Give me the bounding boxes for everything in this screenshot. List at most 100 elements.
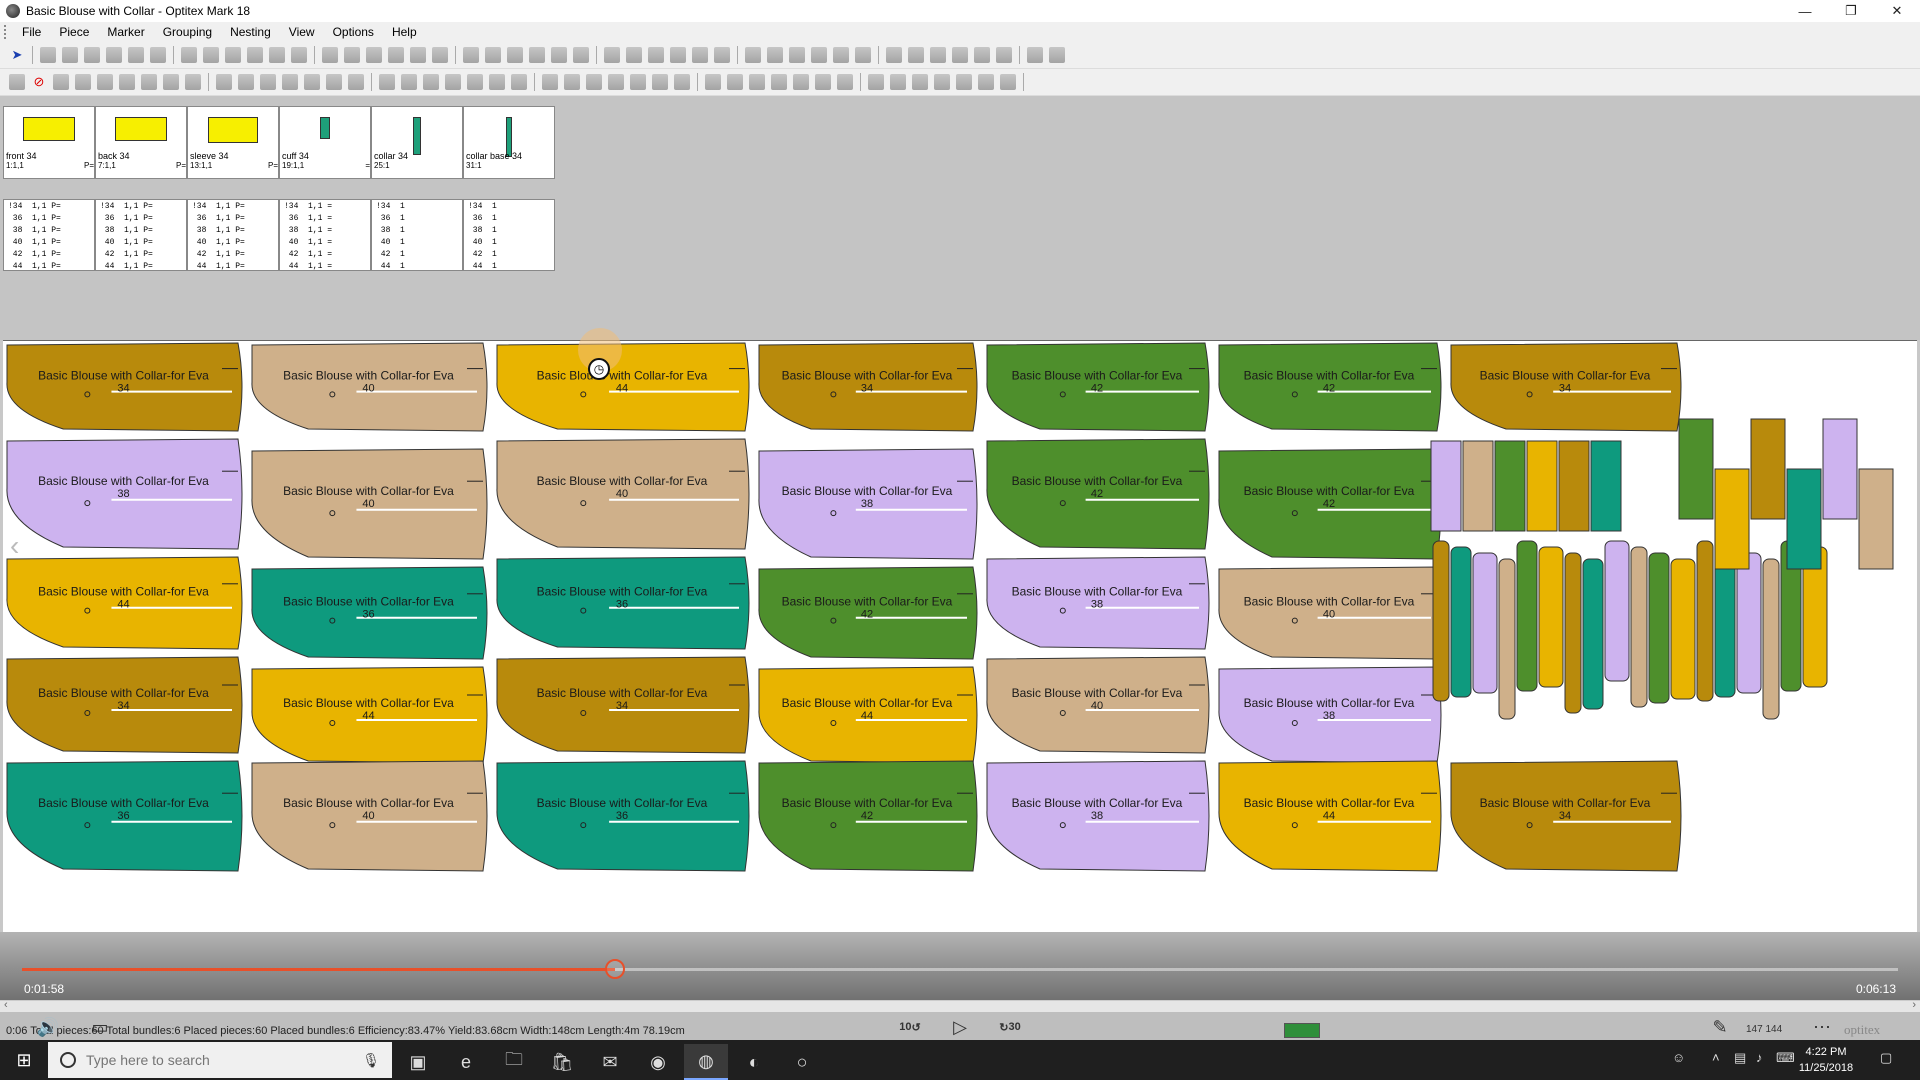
stop-nesting-icon[interactable]: ⊘ <box>31 74 47 90</box>
toolbar-tool-icon[interactable] <box>1000 74 1016 90</box>
collar-piece[interactable] <box>1762 558 1780 720</box>
store-icon[interactable]: 🛍 <box>540 1044 584 1080</box>
toolbar-tool-icon[interactable] <box>84 47 100 63</box>
piece-tile[interactable]: collar 34 25:1 <box>371 106 463 179</box>
toolbar-tool-icon[interactable] <box>952 47 968 63</box>
toolbar-tool-icon[interactable] <box>1027 47 1043 63</box>
toolbar-tool-icon[interactable] <box>692 47 708 63</box>
toolbar-tool-icon[interactable] <box>771 74 787 90</box>
size-table[interactable]: !34 1 36 1 38 1 40 1 42 1 44 1 <box>371 199 463 271</box>
toolbar-tool-icon[interactable] <box>181 47 197 63</box>
marker-piece[interactable]: Basic Blouse with Collar-for Eva44 <box>758 666 978 764</box>
app-icon-2[interactable]: ◐ <box>732 1044 776 1080</box>
menu-nesting[interactable]: Nesting <box>221 22 280 42</box>
collar-piece[interactable] <box>1630 546 1648 708</box>
file-explorer-icon[interactable]: 🗀 <box>492 1044 536 1080</box>
app-icon-3[interactable]: ○ <box>780 1044 824 1080</box>
marker-piece[interactable]: Basic Blouse with Collar-for Eva34 <box>1450 760 1682 872</box>
toolbar-tool-icon[interactable] <box>511 74 527 90</box>
menu-options[interactable]: Options <box>324 22 383 42</box>
toolbar-tool-icon[interactable] <box>1049 47 1065 63</box>
notifications-icon[interactable]: ▢ <box>1880 1050 1892 1066</box>
toolbar-tool-icon[interactable] <box>423 74 439 90</box>
toolbar-tool-icon[interactable] <box>767 47 783 63</box>
cuff-piece[interactable] <box>1430 440 1462 532</box>
marker-piece[interactable]: Basic Blouse with Collar-for Eva34 <box>496 656 750 754</box>
video-progress-handle[interactable] <box>604 959 625 979</box>
toolbar-tool-icon[interactable] <box>789 47 805 63</box>
toolbar-tool-icon[interactable] <box>304 74 320 90</box>
toolbar-tool-icon[interactable] <box>529 47 545 63</box>
cuff-piece[interactable] <box>1858 468 1894 570</box>
toolbar-tool-icon[interactable] <box>326 74 342 90</box>
toolbar-tool-icon[interactable] <box>652 74 668 90</box>
cuff-piece[interactable] <box>1558 440 1590 532</box>
toolbar-tool-icon[interactable] <box>648 47 664 63</box>
toolbar-tool-icon[interactable] <box>216 74 232 90</box>
scroll-left-icon[interactable]: ‹ <box>4 999 8 1011</box>
toolbar-tool-icon[interactable] <box>379 74 395 90</box>
toolbar-tool-icon[interactable] <box>410 47 426 63</box>
marker-piece[interactable]: Basic Blouse with Collar-for Eva38 <box>758 448 978 560</box>
toolbar-tool-icon[interactable] <box>815 74 831 90</box>
select-tool-icon[interactable]: ➤ <box>9 47 25 63</box>
microphone-icon[interactable]: 🎙 <box>362 1052 380 1069</box>
toolbar-tool-icon[interactable] <box>811 47 827 63</box>
windows-start-icon[interactable]: ⊞ <box>8 1048 40 1072</box>
toolbar-tool-icon[interactable] <box>912 74 928 90</box>
toolbar-tool-icon[interactable] <box>564 74 580 90</box>
toolbar-tool-icon[interactable] <box>163 74 179 90</box>
cuff-piece[interactable] <box>1714 468 1750 570</box>
marker-piece[interactable]: Basic Blouse with Collar-for Eva42 <box>986 342 1210 432</box>
toolbar-tool-icon[interactable] <box>573 47 589 63</box>
toolbar-tool-icon[interactable] <box>586 74 602 90</box>
cuff-piece[interactable] <box>1750 418 1786 520</box>
toolbar-tool-icon[interactable] <box>260 74 276 90</box>
marker-piece[interactable]: Basic Blouse with Collar-for Eva38 <box>1218 666 1442 764</box>
toolbar-tool-icon[interactable] <box>185 74 201 90</box>
toolbar-tool-icon[interactable] <box>62 47 78 63</box>
size-table[interactable]: !34 1,1 = 36 1,1 = 38 1,1 = 40 1,1 = 42 … <box>279 199 371 271</box>
collar-piece[interactable] <box>1564 552 1582 714</box>
toolbar-tool-icon[interactable] <box>432 47 448 63</box>
collar-piece[interactable] <box>1538 546 1564 688</box>
toolbar-tool-icon[interactable] <box>128 47 144 63</box>
marker-piece[interactable]: Basic Blouse with Collar-for Eva40 <box>251 760 488 872</box>
collar-piece[interactable] <box>1516 540 1538 692</box>
marker-piece[interactable]: Basic Blouse with Collar-for Eva44 <box>6 556 243 650</box>
cuff-piece[interactable] <box>1526 440 1558 532</box>
marker-piece[interactable]: Basic Blouse with Collar-for Eva36 <box>6 760 243 872</box>
toolbar-tool-icon[interactable] <box>445 74 461 90</box>
toolbar-tool-icon[interactable] <box>282 74 298 90</box>
size-table[interactable]: !34 1,1 P= 36 1,1 P= 38 1,1 P= 40 1,1 P=… <box>95 199 187 271</box>
toolbar-tool-icon[interactable] <box>608 74 624 90</box>
toolbar-tool-icon[interactable] <box>507 47 523 63</box>
volume-tray-icon[interactable]: ♪ <box>1756 1050 1763 1065</box>
marker-piece[interactable]: Basic Blouse with Collar-for Eva34 <box>1450 342 1682 432</box>
marker-piece[interactable]: Basic Blouse with Collar-for Eva38 <box>986 556 1210 650</box>
collar-piece[interactable] <box>1432 540 1450 702</box>
marker-layout[interactable]: Basic Blouse with Collar-for Eva34Basic … <box>3 341 1917 932</box>
toolbar-tool-icon[interactable] <box>388 47 404 63</box>
close-button[interactable]: ✕ <box>1874 0 1920 22</box>
mail-icon[interactable]: ✉ <box>588 1044 632 1080</box>
task-view-icon[interactable]: ▣ <box>396 1044 440 1080</box>
optitex-taskbar-icon[interactable]: ◍ <box>684 1044 728 1080</box>
toolbar-tool-icon[interactable] <box>467 74 483 90</box>
marker-piece[interactable]: Basic Blouse with Collar-for Eva42 <box>758 566 978 660</box>
keyboard-icon[interactable]: ⌨ <box>1776 1050 1795 1066</box>
network-icon[interactable]: ▤ <box>1734 1050 1746 1066</box>
marker-piece[interactable]: Basic Blouse with Collar-for Eva40 <box>986 656 1210 754</box>
collar-piece[interactable] <box>1450 546 1472 698</box>
toolbar-tool-icon[interactable] <box>930 47 946 63</box>
marker-piece[interactable]: Basic Blouse with Collar-for Eva42 <box>1218 342 1442 432</box>
toolbar-tool-icon[interactable] <box>366 47 382 63</box>
marker-piece[interactable]: Basic Blouse with Collar-for Eva40 <box>251 448 488 560</box>
toolbar-tool-icon[interactable] <box>269 47 285 63</box>
menu-piece[interactable]: Piece <box>50 22 98 42</box>
toolbar-tool-icon[interactable] <box>40 47 56 63</box>
marker-piece[interactable]: Basic Blouse with Collar-for Eva34 <box>6 656 243 754</box>
toolbar-tool-icon[interactable] <box>908 47 924 63</box>
toolbar-tool-icon[interactable] <box>225 47 241 63</box>
menu-file[interactable]: File <box>13 22 50 42</box>
